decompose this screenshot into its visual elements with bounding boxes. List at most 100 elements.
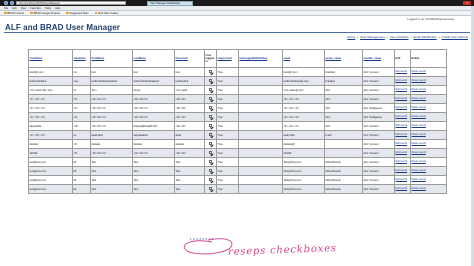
logged-in-checkbox[interactable] (209, 88, 212, 92)
col-group-name-header[interactable]: group_name (324, 49, 363, 68)
edit-record-link[interactable]: Edit record (396, 115, 410, 119)
logged-in-checkbox[interactable] (209, 124, 212, 128)
edit-record-link[interactable]: Edit record (396, 97, 410, 101)
logged-in-checkbox[interactable] (209, 106, 212, 110)
logged-in-checkbox[interactable] (209, 160, 212, 164)
col-email-header[interactable]: email (282, 49, 325, 68)
cell-edit: Edit record (394, 94, 411, 104)
edit-record-link[interactable]: Edit record (396, 160, 410, 164)
col-lastname-header[interactable]: LastName (132, 49, 175, 68)
logged-in-checkbox[interactable] (209, 70, 212, 74)
forward-icon[interactable] (10, 1, 14, 5)
table-row: test@test.com Mr Test Test Test True Test@Test… (28, 157, 447, 167)
edit-record-link[interactable]: Edit record (396, 133, 410, 137)
favorite-item[interactable]: BRAD Google Projects (30, 11, 60, 15)
delete-record-link[interactable]: Delete record (412, 187, 446, 191)
logged-in-checkbox[interactable] (209, 169, 212, 173)
delete-record-link[interactable]: Delete record (412, 88, 446, 92)
delete-record-link[interactable]: Delete record (412, 106, 446, 110)
users-grid: UserName salutation FirstName LastName Passw… (28, 49, 447, 194)
delete-record-link[interactable]: Delete record (412, 169, 446, 173)
table-row: <lt>-<ht>-<lt> mr asderfasd aefyaadadsr asde… (28, 130, 447, 140)
edit-record-link[interactable]: Edit record (396, 79, 410, 83)
cell-last-logged-in (238, 139, 283, 149)
edit-record-link[interactable]: Edit record (396, 124, 410, 128)
nav-user-analytics[interactable]: User Analytics (390, 35, 409, 39)
cell-salutation: mr (72, 130, 91, 140)
pagination[interactable]: 1 2 3 4 5 6 7 8 (190, 237, 214, 241)
cell-lastname: Test (132, 157, 175, 167)
cell-user-logged-in (204, 112, 217, 122)
cell-lastname: <td><td><lt> (132, 148, 175, 158)
delete-record-link[interactable]: Delete record (412, 124, 446, 128)
menu-favorites[interactable]: Favorites (30, 6, 41, 10)
delete-record-link[interactable]: Delete record (412, 133, 446, 137)
edit-record-link[interactable]: Edit record (396, 70, 410, 74)
cell-lastname: Test (132, 175, 175, 185)
favorite-item[interactable]: Suggested Sites (66, 11, 89, 15)
cell-edit: Edit record (394, 121, 411, 131)
edit-record-link[interactable]: Edit record (396, 88, 410, 92)
col-password-header[interactable]: Password (174, 49, 205, 68)
nav-home[interactable]: Home (347, 35, 355, 39)
nav-email-distribution[interactable]: Email Distribution (413, 35, 436, 39)
logged-in-checkbox[interactable] (209, 133, 212, 137)
edit-record-link[interactable]: Edit record (396, 187, 410, 191)
delete-record-link[interactable]: Delete record (412, 79, 446, 83)
edit-record-link[interactable]: Edit record (396, 142, 410, 146)
menu-view[interactable]: View (21, 6, 27, 10)
logged-in-checkbox[interactable] (209, 79, 212, 83)
cell-firstname: dedede (90, 139, 133, 149)
window-close-button[interactable]: x (463, 1, 471, 5)
edit-record-link[interactable]: Edit record (396, 169, 410, 173)
edit-record-link[interactable]: Edit record (396, 151, 410, 155)
logged-in-checkbox[interactable] (209, 187, 212, 191)
cell-firstname: Test (90, 175, 133, 185)
favorite-page-icon (66, 11, 69, 15)
col-firstname-header[interactable]: FirstName (90, 49, 133, 68)
menu-help[interactable]: Help (55, 6, 60, 10)
table-row: TeSt0k <lt> <td><td><lt> <td><td><lt> <td><t… (28, 148, 447, 158)
col-isapproved-header[interactable]: isApproved (216, 49, 239, 68)
logged-in-checkbox[interactable] (209, 115, 212, 119)
cell-module-name: ALF Connect (362, 76, 395, 86)
cell-salutation: <lt> (72, 103, 91, 113)
back-icon[interactable] (4, 1, 8, 5)
col-username-header[interactable]: UserName (28, 49, 73, 68)
favorite-item[interactable]: Web Slice Gallery (94, 11, 119, 15)
logged-in-checkbox[interactable] (209, 97, 212, 101)
delete-record-link[interactable]: Delete record (412, 178, 446, 182)
favorite-item[interactable]: BRAD Intranet (4, 11, 24, 15)
cell-email: <lt>-<ht>-<lt> (282, 112, 325, 122)
cell-user-logged-in (204, 76, 217, 86)
cell-email: <lt>-<ht>-<lt> (282, 121, 325, 131)
address-bar[interactable]: http://localhost:50705/UserManager (16, 1, 126, 5)
cell-isapproved: True (216, 76, 239, 86)
delete-record-link[interactable]: Delete record (412, 160, 446, 164)
col-module-name-header[interactable]: module_name (362, 49, 395, 68)
menu-edit[interactable]: Edit (12, 6, 16, 10)
favorites-bar: BRAD Intranet BRAD Google Projects Sugge… (0, 11, 474, 16)
cell-user-logged-in (204, 148, 217, 158)
nav-invalid-user-admins[interactable]: Invalid User Admins (441, 35, 468, 39)
logged-in-checkbox[interactable] (209, 178, 212, 182)
edit-record-link[interactable]: Edit record (396, 178, 410, 182)
menu-tools[interactable]: Tools (45, 6, 51, 10)
delete-record-link[interactable]: Delete record (412, 115, 446, 119)
delete-record-link[interactable]: Delete record (412, 151, 446, 155)
delete-record-link[interactable]: Delete record (412, 97, 446, 101)
cell-module-name: ALF Connect (362, 130, 395, 140)
cell-isapproved: True (216, 121, 239, 131)
menu-file[interactable]: File (4, 6, 8, 10)
cell-user-logged-in (204, 67, 217, 77)
cell-lastname: <td><td><lt> (132, 103, 175, 113)
delete-record-link[interactable]: Delete record (412, 142, 446, 146)
cell-group-name: didas Brands (324, 166, 363, 176)
nav-user-management[interactable]: User Management (360, 35, 385, 39)
edit-record-link[interactable]: Edit record (396, 106, 410, 110)
col-last-logged-in-header[interactable]: lastLoggedInDateTime (238, 49, 283, 68)
col-salutation-header[interactable]: salutation (72, 49, 91, 68)
logged-in-checkbox[interactable] (209, 151, 212, 155)
logged-in-checkbox[interactable] (209, 142, 212, 146)
delete-record-link[interactable]: Delete record (412, 70, 446, 74)
